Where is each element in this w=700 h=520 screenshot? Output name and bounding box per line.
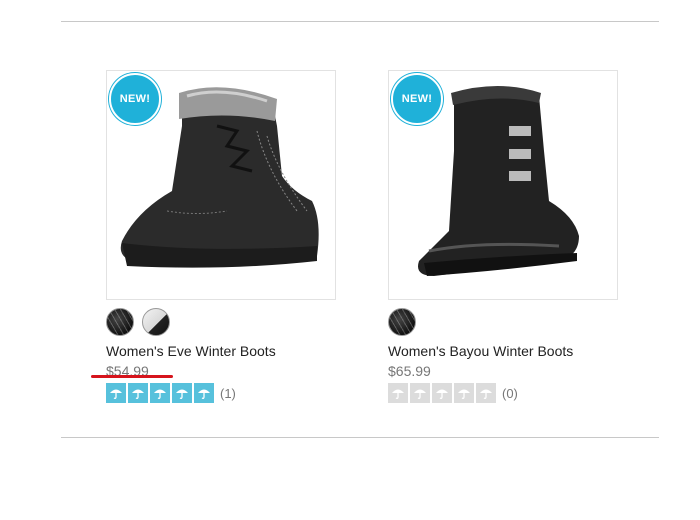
umbrella-icon xyxy=(106,383,126,403)
product-price: $65.99 xyxy=(388,363,431,379)
review-count[interactable]: (1) xyxy=(220,386,236,401)
price-annotation-underline xyxy=(91,375,173,378)
product-name[interactable]: Women's Bayou Winter Boots xyxy=(388,342,618,360)
rating[interactable]: (0) xyxy=(388,382,618,404)
product-name[interactable]: Women's Eve Winter Boots xyxy=(106,342,336,360)
umbrella-icon xyxy=(388,383,408,403)
color-swatches xyxy=(388,308,618,338)
swatch-white[interactable] xyxy=(142,308,170,336)
product-card-bayou: NEW! Women's Bayou Winter Boots $65.99 (… xyxy=(388,70,618,404)
umbrella-icon xyxy=(194,383,214,403)
swatch-black[interactable] xyxy=(388,308,416,336)
color-swatches xyxy=(106,308,336,338)
umbrella-icon xyxy=(150,383,170,403)
top-divider xyxy=(61,21,659,22)
new-badge: NEW! xyxy=(391,73,443,125)
product-card-eve: NEW! Women's Eve Winter Boots $54.99 (1) xyxy=(106,70,336,404)
product-image[interactable]: NEW! xyxy=(106,70,336,300)
umbrella-icon xyxy=(128,383,148,403)
umbrella-icon xyxy=(172,383,192,403)
umbrella-icon xyxy=(476,383,496,403)
rating[interactable]: (1) xyxy=(106,382,336,404)
review-count[interactable]: (0) xyxy=(502,386,518,401)
umbrella-icon xyxy=(454,383,474,403)
product-image[interactable]: NEW! xyxy=(388,70,618,300)
umbrella-icon xyxy=(410,383,430,403)
new-badge: NEW! xyxy=(109,73,161,125)
umbrella-icon xyxy=(432,383,452,403)
bottom-divider xyxy=(61,437,659,438)
swatch-black[interactable] xyxy=(106,308,134,336)
